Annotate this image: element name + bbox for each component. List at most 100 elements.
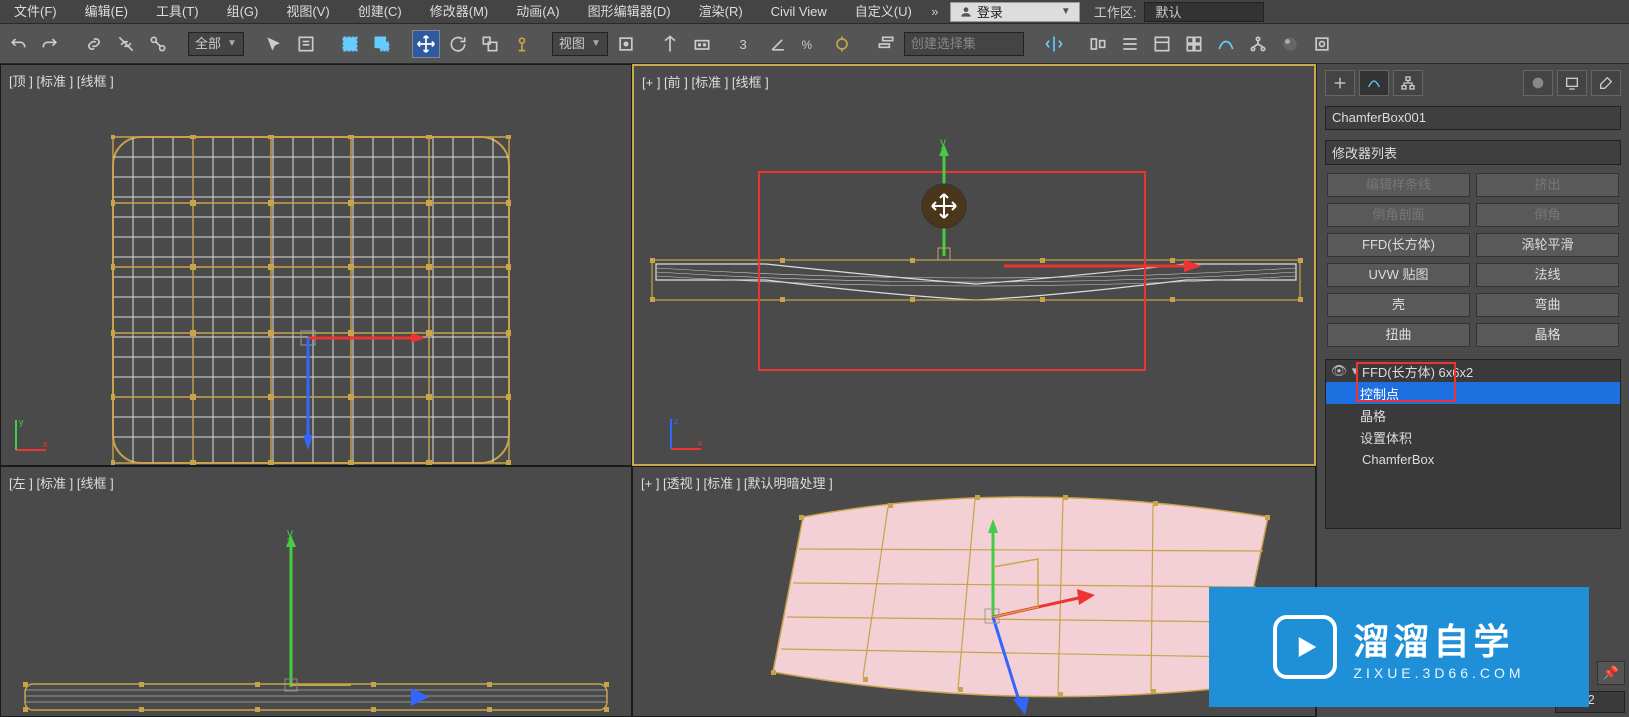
menu-civil[interactable]: Civil View	[757, 0, 841, 24]
tab-motion[interactable]	[1523, 70, 1553, 96]
login-button[interactable]: 登录 ▼	[950, 2, 1080, 22]
btn-bend[interactable]: 弯曲	[1476, 293, 1619, 317]
watermark-overlay: 溜溜自学 ZIXUE.3D66.COM	[1209, 587, 1589, 707]
curve-editor-button[interactable]	[1212, 30, 1240, 58]
tab-hierarchy[interactable]	[1393, 70, 1423, 96]
redo-button[interactable]	[36, 30, 64, 58]
play-icon	[1273, 615, 1337, 679]
modifier-stack[interactable]: 👁 ▾ FFD(长方体) 6x6x2 控制点 晶格 设置体积 ChamferBo…	[1325, 359, 1621, 529]
scene-explorer-button[interactable]	[1148, 30, 1176, 58]
stack-item-chamferbox[interactable]: ChamferBox	[1326, 448, 1620, 470]
svg-text:z: z	[674, 416, 679, 426]
btn-turbosmooth[interactable]: 涡轮平滑	[1476, 233, 1619, 257]
menu-view[interactable]: 视图(V)	[272, 0, 343, 24]
menu-graph[interactable]: 图形编辑器(D)	[574, 0, 685, 24]
render-setup-button[interactable]	[1308, 30, 1336, 58]
object-name-field[interactable]: ChamferBox001	[1325, 106, 1621, 130]
tab-utilities[interactable]	[1591, 70, 1621, 96]
menu-bar: 文件(F) 编辑(E) 工具(T) 组(G) 视图(V) 创建(C) 修改器(M…	[0, 0, 1629, 24]
unlink-button[interactable]	[112, 30, 140, 58]
btn-normals[interactable]: 法线	[1476, 263, 1619, 287]
manipulate-button[interactable]	[656, 30, 684, 58]
btn-uvw-map[interactable]: UVW 贴图	[1327, 263, 1470, 287]
ribbon-button[interactable]	[1180, 30, 1208, 58]
modifier-list-dropdown[interactable]: 修改器列表	[1325, 140, 1621, 165]
viewport-front[interactable]: [+ ] [前 ] [标准 ] [线框 ] y	[632, 64, 1316, 466]
viewport-label[interactable]: [+ ] [透视 ] [标准 ] [默认明暗处理 ]	[641, 473, 833, 492]
rotate-button[interactable]	[444, 30, 472, 58]
move-gizmo-3d[interactable]	[943, 507, 1103, 717]
move-gizmo[interactable]: y	[261, 527, 361, 697]
bind-button[interactable]	[144, 30, 172, 58]
tab-modify[interactable]	[1359, 70, 1389, 96]
move-gizmo[interactable]: y	[914, 136, 974, 266]
menu-create[interactable]: 创建(C)	[344, 0, 416, 24]
stack-subitem-control-points[interactable]: 控制点	[1326, 382, 1620, 404]
stack-subitem-setvolume[interactable]: 设置体积	[1326, 426, 1620, 448]
menu-render[interactable]: 渲染(R)	[685, 0, 757, 24]
user-icon	[959, 5, 973, 19]
menu-file[interactable]: 文件(F)	[0, 0, 71, 24]
menu-overflow-icon[interactable]: »	[926, 4, 944, 19]
link-button[interactable]	[80, 30, 108, 58]
placement-button[interactable]	[508, 30, 536, 58]
tab-create[interactable]	[1325, 70, 1355, 96]
btn-twist[interactable]: 扭曲	[1327, 323, 1470, 347]
select-region-rect-button[interactable]	[336, 30, 364, 58]
eye-icon[interactable]: 👁	[1330, 363, 1348, 379]
viewport-top[interactable]: [顶 ] [标准 ] [线框 ]	[0, 64, 632, 466]
move-button[interactable]	[412, 30, 440, 58]
snap-3d-button[interactable]: 3	[732, 30, 760, 58]
keymode-button[interactable]	[688, 30, 716, 58]
material-editor-button[interactable]	[1276, 30, 1304, 58]
named-selection-dropdown[interactable]: 创建选择集	[904, 32, 1024, 56]
btn-chamfer-profile[interactable]: 倒角剖面	[1327, 203, 1470, 227]
scale-button[interactable]	[476, 30, 504, 58]
menu-edit[interactable]: 编辑(E)	[71, 0, 142, 24]
expand-icon[interactable]: ▾	[1348, 363, 1362, 379]
stack-subitem-lattice[interactable]: 晶格	[1326, 404, 1620, 426]
btn-shell[interactable]: 壳	[1327, 293, 1470, 317]
move-gizmo[interactable]	[281, 295, 441, 455]
btn-edit-spline[interactable]: 编辑样条线	[1327, 173, 1470, 197]
ref-coord-dropdown[interactable]: 视图▼	[552, 32, 608, 56]
menu-tools[interactable]: 工具(T)	[142, 0, 213, 24]
menu-group[interactable]: 组(G)	[213, 0, 273, 24]
viewport-label[interactable]: [左 ] [标准 ] [线框 ]	[9, 473, 114, 492]
align-button[interactable]	[1084, 30, 1112, 58]
viewport-label[interactable]: [+ ] [前 ] [标准 ] [线框 ]	[642, 72, 769, 91]
command-panel-tabs	[1317, 64, 1629, 102]
spinner-snap-button[interactable]	[828, 30, 856, 58]
layer-explorer-button[interactable]	[1116, 30, 1144, 58]
tab-display[interactable]	[1557, 70, 1587, 96]
left-wireframe	[21, 680, 611, 716]
btn-chamfer[interactable]: 倒角	[1476, 203, 1619, 227]
angle-snap-button[interactable]	[764, 30, 792, 58]
move-gizmo-x[interactable]	[1004, 251, 1204, 281]
svg-text:x: x	[698, 438, 703, 448]
viewport-left[interactable]: [左 ] [标准 ] [线框 ] y	[0, 466, 632, 717]
svg-text:x: x	[43, 439, 48, 449]
stack-item-ffd[interactable]: 👁 ▾ FFD(长方体) 6x6x2	[1326, 360, 1620, 382]
menu-customize[interactable]: 自定义(U)	[841, 0, 926, 24]
btn-ffd-box[interactable]: FFD(长方体)	[1327, 233, 1470, 257]
menu-modifiers[interactable]: 修改器(M)	[416, 0, 503, 24]
workspace-label: 工作区:	[1086, 2, 1145, 21]
btn-lattice[interactable]: 晶格	[1476, 323, 1619, 347]
menu-animation[interactable]: 动画(A)	[502, 0, 573, 24]
named-set-edit-button[interactable]	[872, 30, 900, 58]
pivot-center-button[interactable]	[612, 30, 640, 58]
select-object-button[interactable]	[260, 30, 288, 58]
mirror-button[interactable]	[1040, 30, 1068, 58]
percent-snap-button[interactable]: %	[796, 30, 824, 58]
workspace-dropdown[interactable]: 默认	[1144, 2, 1264, 22]
select-window-button[interactable]	[368, 30, 396, 58]
selection-filter-dropdown[interactable]: 全部▼	[188, 32, 244, 56]
btn-extrude[interactable]: 挤出	[1476, 173, 1619, 197]
undo-button[interactable]	[4, 30, 32, 58]
viewport-label[interactable]: [顶 ] [标准 ] [线框 ]	[9, 71, 114, 90]
svg-text:3: 3	[739, 37, 746, 52]
select-name-button[interactable]	[292, 30, 320, 58]
pin-stack-button[interactable]: 📌	[1597, 661, 1625, 685]
schematic-view-button[interactable]	[1244, 30, 1272, 58]
